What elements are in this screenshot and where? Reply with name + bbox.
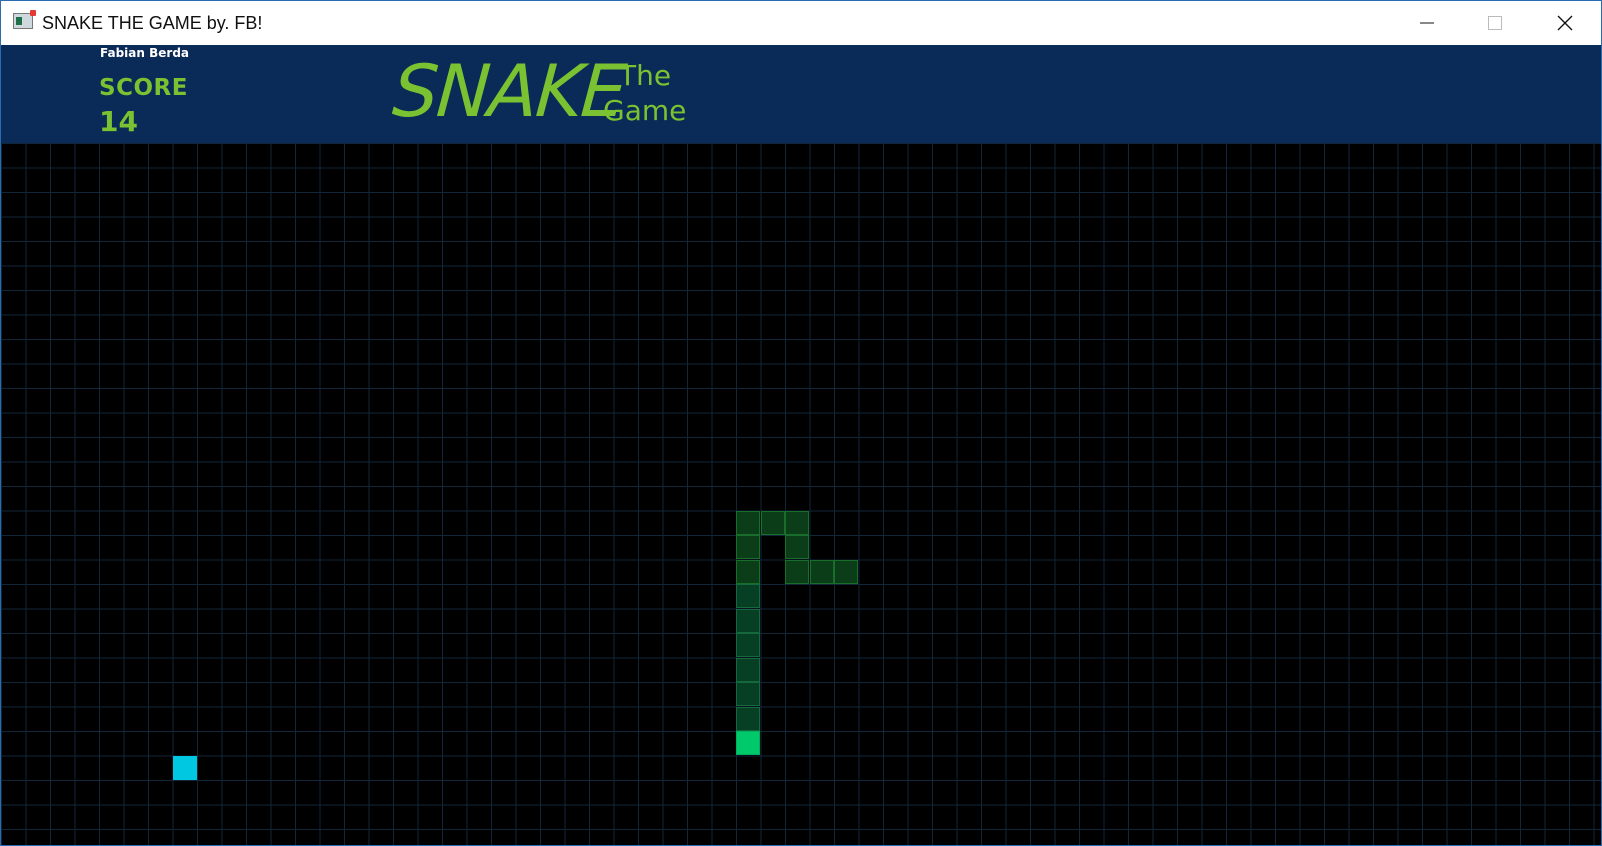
minimize-icon — [1420, 22, 1434, 24]
logo-snake-text: SNAKE — [390, 49, 628, 133]
author-name: Fabian Berda — [100, 46, 190, 60]
snake-segment — [760, 510, 785, 535]
snake-segment — [736, 657, 760, 682]
minimize-button[interactable] — [1393, 1, 1461, 45]
snake-segment — [736, 559, 760, 584]
score-label: SCORE — [99, 75, 188, 101]
game-header: Fabian Berda SCORE 14 SNAKE The Game — [1, 45, 1601, 143]
snake-segment — [785, 535, 809, 559]
snake-segment — [736, 584, 760, 608]
logo-game-text: Game — [603, 94, 687, 127]
snake-segment — [809, 559, 834, 584]
score-value: 14 — [99, 105, 138, 138]
window-title: SNAKE THE GAME by. FB! — [42, 13, 263, 33]
snake-segment — [736, 706, 760, 731]
game-window: SNAKE THE GAME by. FB! Fabian Berda SCOR… — [0, 0, 1602, 846]
close-icon — [1557, 15, 1573, 31]
snake-segment — [834, 559, 858, 584]
close-button[interactable] — [1531, 1, 1599, 45]
snake-segment — [785, 510, 809, 535]
snake-segment — [785, 559, 809, 584]
snake-segment — [736, 510, 760, 535]
maximize-button[interactable] — [1461, 1, 1529, 45]
game-board[interactable] — [1, 143, 1601, 845]
snake-segment — [736, 682, 760, 706]
snake-head — [736, 731, 760, 755]
maximize-icon — [1488, 16, 1502, 30]
snake-segment — [736, 608, 760, 633]
food-pellet — [172, 755, 197, 780]
app-window-icon — [13, 10, 36, 29]
title-bar[interactable]: SNAKE THE GAME by. FB! — [1, 1, 1601, 45]
snake-segment — [736, 535, 760, 559]
logo-the-text: The — [619, 59, 672, 92]
snake-segment — [736, 633, 760, 657]
